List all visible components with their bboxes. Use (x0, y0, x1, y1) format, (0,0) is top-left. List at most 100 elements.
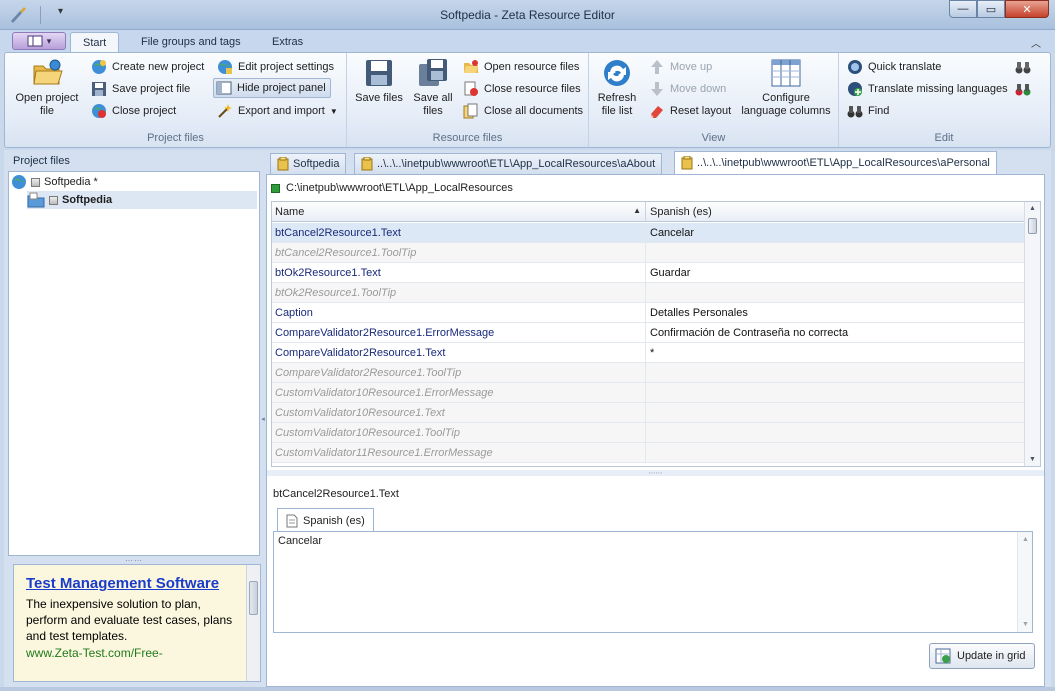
open-project-file-button[interactable]: Open project file (11, 57, 83, 118)
table-row[interactable]: btCancel2Resource1.Text Cancelar (272, 223, 1024, 243)
column-header-spanish[interactable]: Spanish (es) (647, 202, 1024, 222)
binoculars-color-icon[interactable] (1015, 81, 1031, 97)
tree-item-label: Softpedia (62, 194, 113, 206)
scroll-up-icon[interactable]: ▲ (1022, 536, 1029, 543)
quick-translate-button[interactable]: Quick translate (847, 57, 941, 77)
minimize-button[interactable]: — (949, 0, 977, 18)
table-row[interactable]: btOk2Resource1.ToolTip (272, 283, 1024, 303)
binoculars-icon[interactable] (1015, 59, 1031, 75)
table-row[interactable]: CustomValidator10Resource1.ErrorMessage (272, 383, 1024, 403)
table-row[interactable]: CustomValidator10Resource1.Text (272, 403, 1024, 423)
cell-spanish[interactable]: Confirmación de Contraseña no correcta (647, 323, 1024, 342)
configure-language-columns-button[interactable]: Configure language columns (739, 57, 833, 118)
horizontal-splitter[interactable]: ⋯⋯ (267, 470, 1044, 477)
close-all-documents-button[interactable]: Close all documents (463, 101, 583, 121)
group-view: Refresh file list Move up Move down Rese… (589, 53, 839, 147)
panel-splitter[interactable]: ⋯⋯ (8, 556, 260, 565)
move-up-button[interactable]: Move up (649, 57, 712, 77)
cell-name[interactable]: CustomValidator10Resource1.Text (272, 403, 646, 422)
table-row[interactable]: CompareValidator2Resource1.ErrorMessage C… (272, 323, 1024, 343)
ad-url-link[interactable]: www.Zeta-Test.com/Free- (26, 646, 252, 660)
save-all-files-button[interactable]: Save all files (407, 57, 459, 118)
find-button[interactable]: Find (847, 101, 889, 121)
cell-spanish[interactable]: Cancelar (647, 223, 1024, 242)
cell-name[interactable]: CustomValidator10Resource1.ErrorMessage (272, 383, 646, 402)
save-project-file-button[interactable]: Save project file (91, 79, 190, 99)
cell-name[interactable]: CustomValidator10Resource1.ToolTip (272, 423, 646, 442)
close-resource-files-button[interactable]: Close resource files (463, 79, 581, 99)
language-tab-spanish[interactable]: Spanish (es) (277, 508, 374, 532)
cell-name[interactable]: btCancel2Resource1.Text (272, 223, 646, 242)
cell-spanish[interactable] (647, 383, 1024, 402)
scroll-up-icon[interactable]: ▲ (1029, 205, 1036, 212)
tree-checkbox[interactable] (49, 195, 58, 205)
tree-checkbox[interactable] (31, 177, 40, 187)
grid-scrollbar-thumb[interactable] (1028, 218, 1037, 234)
tree-item-file-group[interactable]: Softpedia (27, 191, 257, 209)
ad-title-link[interactable]: Test Management Software (26, 575, 252, 592)
doc-tab-softpedia[interactable]: Softpedia (270, 153, 347, 174)
close-project-button[interactable]: Close project (91, 101, 176, 121)
column-header-name[interactable]: Name ▲ (272, 202, 646, 222)
globe-icon (92, 60, 106, 74)
ad-scrollbar-thumb[interactable] (249, 581, 258, 615)
cell-name[interactable]: btCancel2Resource1.ToolTip (272, 243, 646, 262)
cell-spanish[interactable]: Detalles Personales (647, 303, 1024, 322)
edit-project-settings-button[interactable]: Edit project settings (217, 57, 334, 77)
tree-item-project[interactable]: Softpedia * (11, 173, 98, 191)
table-row[interactable]: CompareValidator2Resource1.ToolTip (272, 363, 1024, 383)
export-and-import-button[interactable]: Export and import ▼ (217, 101, 338, 121)
translation-text-area[interactable]: Cancelar ▲ ▼ (273, 531, 1033, 633)
cell-name[interactable]: btOk2Resource1.ToolTip (272, 283, 646, 302)
document-tab-bar: Softpedia ..\..\..\inetpub\wwwroot\ETL\A… (266, 150, 1045, 174)
table-row[interactable]: btCancel2Resource1.ToolTip (272, 243, 1024, 263)
tab-extras[interactable]: Extras (260, 32, 315, 52)
chevron-down-icon: ▾ (46, 35, 52, 46)
cell-name[interactable]: CompareValidator2Resource1.Text (272, 343, 646, 362)
tab-file-groups-and-tags[interactable]: File groups and tags (129, 32, 253, 52)
application-menu-button[interactable]: ▾ (12, 32, 66, 50)
doc-tab-aabout[interactable]: ..\..\..\inetpub\wwwroot\ETL\App_LocalRe… (354, 153, 663, 174)
reset-layout-button[interactable]: Reset layout (649, 101, 731, 121)
table-row[interactable]: CustomValidator10Resource1.ToolTip (272, 423, 1024, 443)
cell-name[interactable]: CustomValidator11Resource1.ErrorMessage (272, 443, 646, 462)
translate-missing-languages-button[interactable]: Translate missing languages (847, 79, 1008, 99)
vertical-splitter[interactable]: ◂ (261, 150, 265, 687)
cell-name[interactable]: CompareValidator2Resource1.ErrorMessage (272, 323, 646, 342)
scroll-down-icon[interactable]: ▼ (1029, 456, 1036, 463)
save-files-button[interactable]: Save files (353, 57, 405, 105)
cell-spanish[interactable] (647, 423, 1024, 442)
update-in-grid-button[interactable]: Update in grid (929, 643, 1035, 669)
cell-spanish[interactable] (647, 443, 1024, 462)
cell-spanish[interactable]: * (647, 343, 1024, 362)
group-resource-files: Save files Save all files Open resource … (347, 53, 589, 147)
create-new-project-button[interactable]: Create new project (91, 57, 204, 77)
close-button[interactable]: ✕ (1005, 0, 1049, 18)
cell-name[interactable]: CompareValidator2Resource1.ToolTip (272, 363, 646, 382)
grid-scrollbar[interactable]: ▲ ▼ (1024, 202, 1040, 466)
table-row[interactable]: CompareValidator2Resource1.Text * (272, 343, 1024, 363)
cell-name[interactable]: btOk2Resource1.Text (272, 263, 646, 282)
ad-scrollbar[interactable] (246, 565, 260, 681)
cell-spanish[interactable]: Guardar (647, 263, 1024, 282)
doc-tab-apersonal[interactable]: ..\..\..\inetpub\wwwroot\ETL\App_LocalRe… (674, 151, 997, 174)
eraser-icon (651, 106, 663, 118)
hide-project-panel-button[interactable]: Hide project panel (213, 78, 331, 98)
cell-spanish[interactable] (647, 403, 1024, 422)
maximize-button[interactable]: ▭ (977, 0, 1005, 18)
table-row[interactable]: Caption Detalles Personales (272, 303, 1024, 323)
move-down-button[interactable]: Move down (649, 79, 726, 99)
text-area-scrollbar[interactable]: ▲ ▼ (1017, 532, 1032, 632)
cell-spanish[interactable] (647, 283, 1024, 302)
chevron-up-icon[interactable]: ︿ (1031, 35, 1041, 50)
cell-spanish[interactable] (647, 243, 1024, 262)
folder-open-icon (464, 60, 478, 73)
cell-spanish[interactable] (647, 363, 1024, 382)
open-resource-files-button[interactable]: Open resource files (463, 57, 579, 77)
scroll-down-icon[interactable]: ▼ (1022, 621, 1029, 628)
table-row[interactable]: CustomValidator11Resource1.ErrorMessage (272, 443, 1024, 463)
table-row[interactable]: btOk2Resource1.Text Guardar (272, 263, 1024, 283)
tab-start[interactable]: Start (70, 32, 120, 52)
refresh-file-list-button[interactable]: Refresh file list (593, 57, 641, 118)
cell-name[interactable]: Caption (272, 303, 646, 322)
